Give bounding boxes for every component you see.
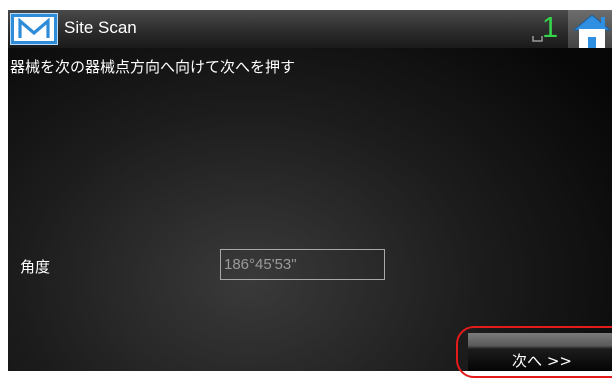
app-title: Site Scan [64, 18, 137, 37]
satellite-count: 1 [542, 12, 559, 44]
instruction-text: 器械を次の器械点方向へ向けて次へを押す [10, 58, 296, 76]
app-logo[interactable] [10, 13, 58, 45]
next-button-highlight [456, 326, 612, 378]
m-logo-icon [18, 17, 50, 38]
angle-label: 角度 [20, 258, 51, 276]
angle-field[interactable] [220, 249, 385, 280]
app-screen: Site Scan 1 器械を次の器械点方向へ向けて次へを押す 角度 次へ >> [8, 10, 612, 371]
home-icon [572, 14, 612, 48]
title-bar: Site Scan 1 [8, 10, 612, 48]
home-button[interactable] [568, 10, 612, 48]
